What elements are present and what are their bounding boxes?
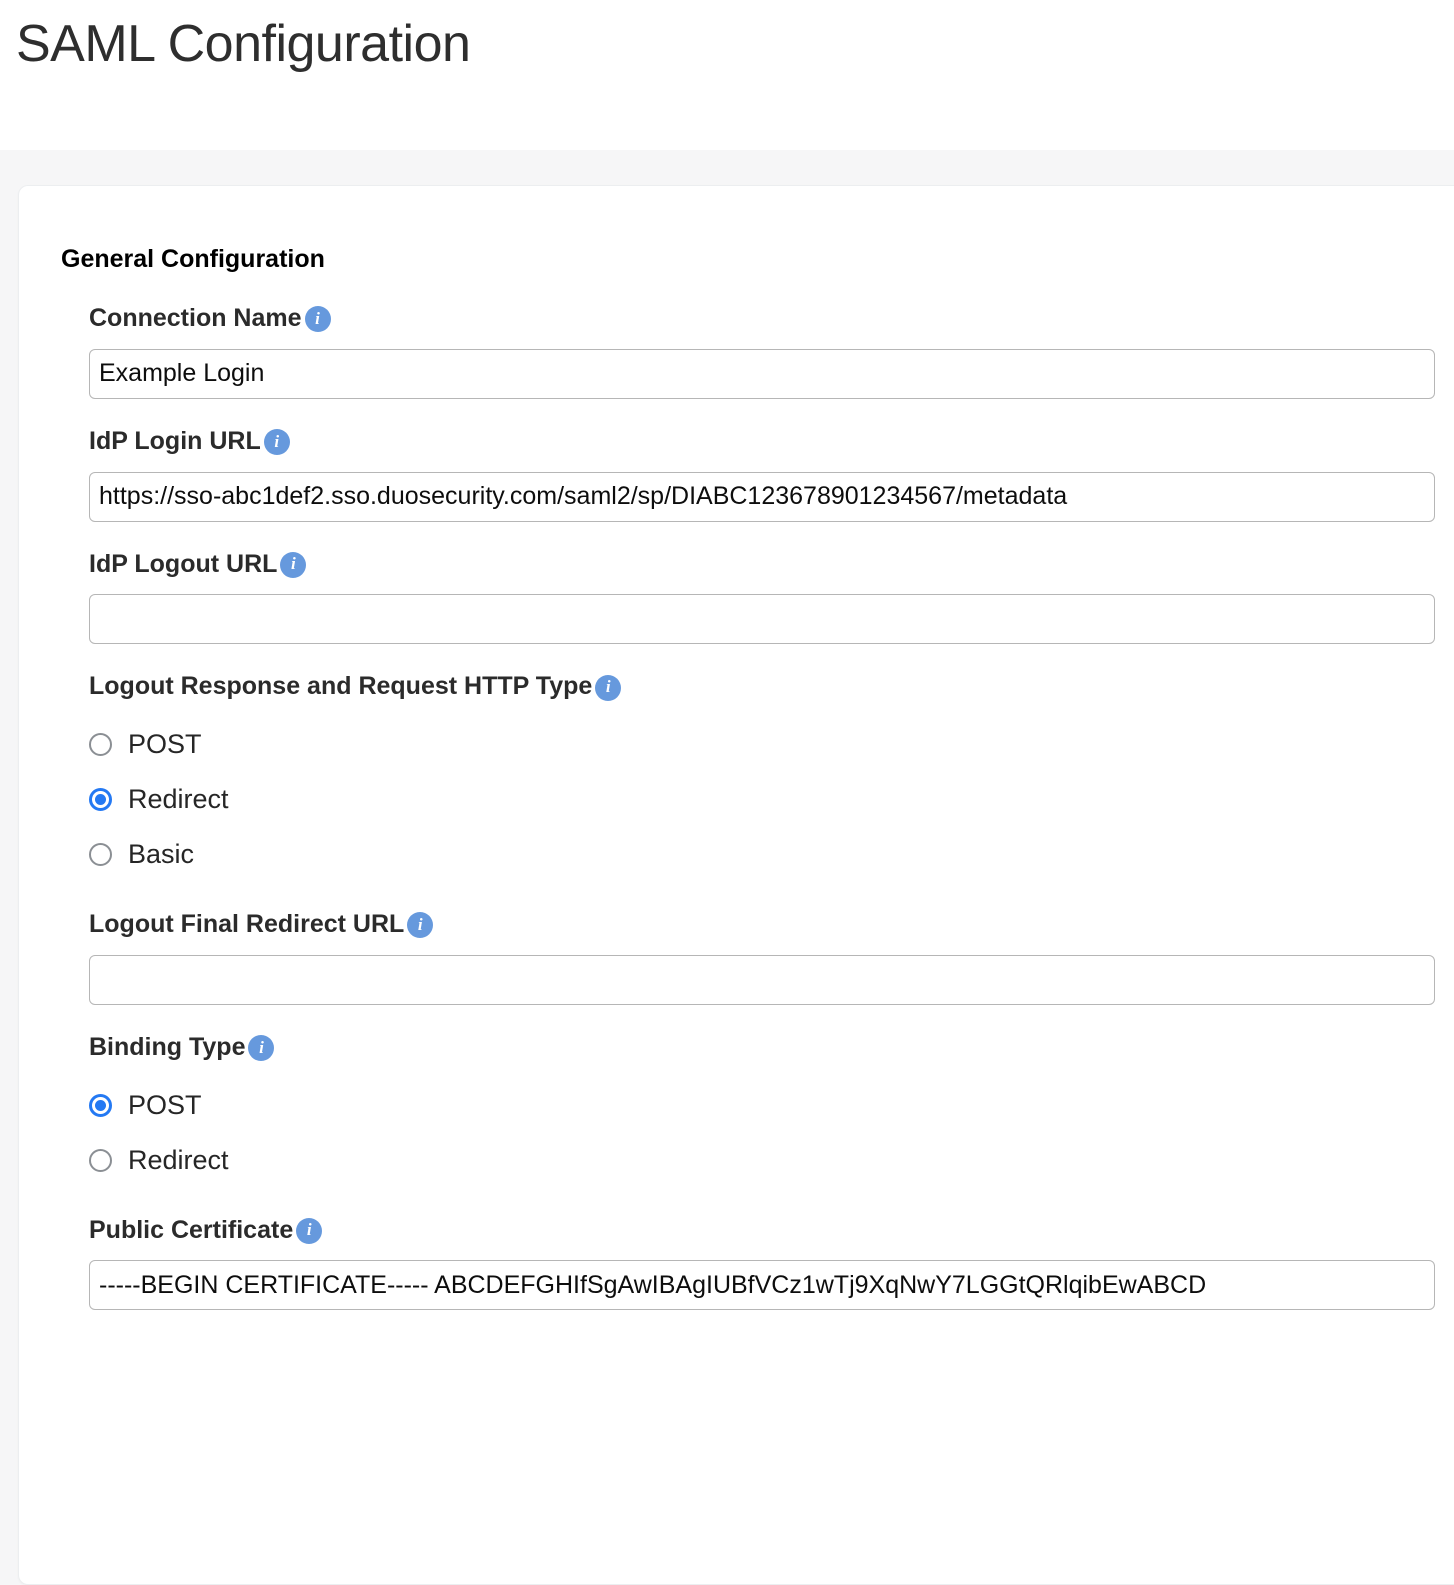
- label-logout-http-type: Logout Response and Request HTTP Type i: [89, 672, 1454, 701]
- label-public-certificate-text: Public Certificate: [89, 1215, 294, 1244]
- label-public-certificate: Public Certificate i: [89, 1216, 1454, 1245]
- label-idp-login-url-text: IdP Login URL: [89, 426, 261, 455]
- radio-binding-type-post[interactable]: POST: [89, 1078, 1454, 1133]
- radio-label: Basic: [128, 839, 195, 869]
- idp-logout-url-input[interactable]: [89, 594, 1435, 645]
- label-connection-name-text: Connection Name: [89, 304, 302, 332]
- label-logout-http-type-text: Logout Response and Request HTTP Type: [89, 672, 593, 701]
- field-binding-type: Binding Type i POST Redirect: [61, 1033, 1454, 1188]
- radio-label: Redirect: [128, 1144, 229, 1175]
- radio-label: POST: [128, 729, 202, 759]
- saml-configuration-card: General Configuration Connection Name i …: [18, 185, 1454, 1585]
- page-title: SAML Configuration: [16, 15, 471, 73]
- info-icon[interactable]: i: [280, 551, 307, 578]
- label-logout-final-redirect-url: Logout Final Redirect URL i: [89, 910, 1454, 939]
- label-binding-type: Binding Type i: [89, 1033, 1454, 1062]
- radio-label: Redirect: [128, 784, 229, 814]
- info-icon[interactable]: i: [248, 1035, 275, 1062]
- radio-mark: [89, 733, 112, 756]
- field-logout-final-redirect-url: Logout Final Redirect URL i: [61, 910, 1454, 1005]
- public-certificate-input[interactable]: [89, 1260, 1435, 1311]
- info-icon[interactable]: i: [595, 674, 622, 701]
- info-icon[interactable]: i: [304, 306, 331, 333]
- page-body: General Configuration Connection Name i …: [0, 150, 1454, 1585]
- info-icon[interactable]: i: [407, 912, 434, 939]
- radio-logout-http-type-redirect[interactable]: Redirect: [89, 772, 1454, 827]
- idp-login-url-input[interactable]: [89, 471, 1435, 522]
- label-logout-final-redirect-url-text: Logout Final Redirect URL: [89, 910, 405, 938]
- field-idp-logout-url: IdP Logout URL i: [61, 550, 1454, 645]
- field-idp-login-url: IdP Login URL i: [61, 427, 1454, 522]
- label-idp-logout-url-text: IdP Logout URL: [89, 549, 278, 578]
- section-title-general-configuration: General Configuration: [61, 245, 325, 273]
- field-public-certificate: Public Certificate i: [61, 1216, 1454, 1311]
- radio-logout-http-type-post[interactable]: POST: [89, 717, 1454, 772]
- field-logout-http-type: Logout Response and Request HTTP Type i …: [61, 672, 1454, 882]
- radio-logout-http-type-basic[interactable]: Basic: [89, 827, 1454, 882]
- logout-final-redirect-url-input[interactable]: [89, 954, 1435, 1005]
- radio-group-logout-http-type: POST Redirect Basic: [89, 717, 1454, 882]
- radio-group-binding-type: POST Redirect: [89, 1078, 1454, 1188]
- radio-binding-type-redirect[interactable]: Redirect: [89, 1133, 1454, 1188]
- label-idp-login-url: IdP Login URL i: [89, 427, 1454, 456]
- radio-mark: [89, 788, 112, 811]
- radio-mark: [89, 1093, 112, 1117]
- connection-name-input[interactable]: [89, 348, 1435, 399]
- page-header: SAML Configuration: [0, 0, 1454, 150]
- info-icon[interactable]: i: [296, 1217, 323, 1244]
- radio-mark: [89, 843, 112, 866]
- field-connection-name: Connection Name i: [61, 304, 1454, 399]
- info-icon[interactable]: i: [263, 429, 290, 456]
- radio-mark: [89, 1148, 112, 1172]
- label-binding-type-text: Binding Type: [89, 1032, 246, 1061]
- radio-label: POST: [128, 1089, 202, 1120]
- label-idp-logout-url: IdP Logout URL i: [89, 550, 1454, 579]
- label-connection-name: Connection Name i: [89, 304, 1454, 333]
